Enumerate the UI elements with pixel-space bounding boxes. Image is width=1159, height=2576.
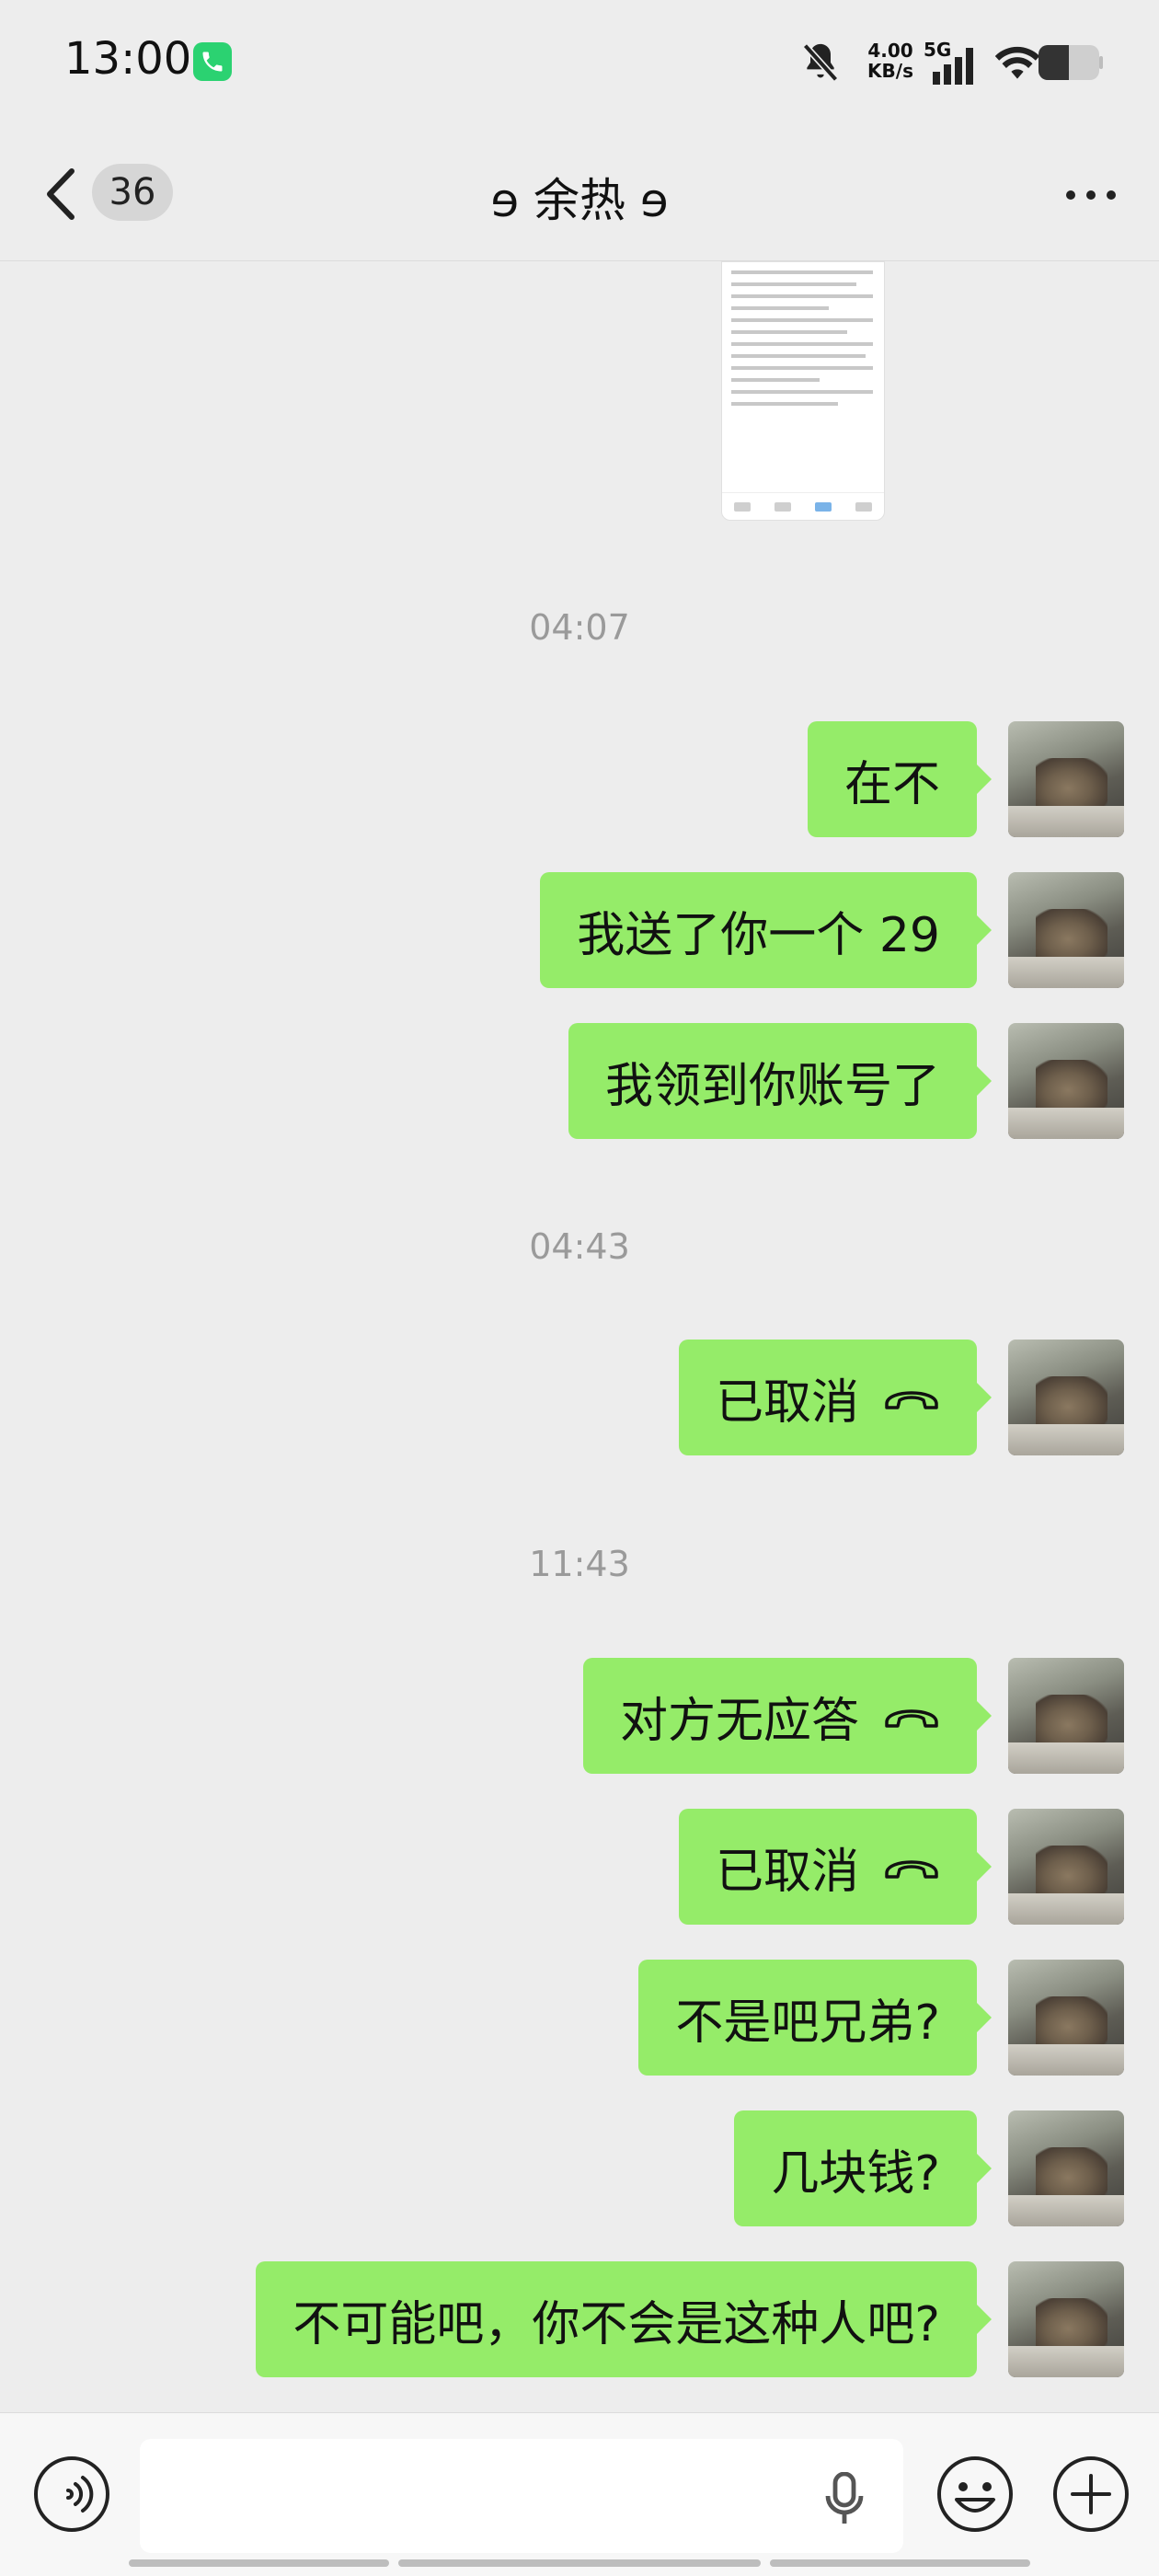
message-row: 在不: [0, 721, 1159, 837]
net-speed: 4.00 KB/s: [863, 40, 918, 81]
message-text: 不是吧兄弟?: [675, 1995, 940, 2051]
back-arrow-icon[interactable]: [40, 166, 81, 226]
hangup-icon: [883, 1688, 940, 1743]
input-bar: [0, 2412, 1159, 2576]
emoji-icon[interactable]: [935, 2454, 1016, 2538]
ongoing-call-icon[interactable]: [193, 42, 232, 81]
message-text: 在不: [843, 756, 940, 812]
avatar[interactable]: [1008, 872, 1124, 988]
gesture-navigation-bar[interactable]: [129, 2559, 1030, 2567]
message-text: 已取消: [715, 1844, 859, 1900]
time-separator: 04:43: [529, 1226, 630, 1267]
message-row: 不是吧兄弟?: [0, 1960, 1159, 2076]
message-row: 我送了你一个 29: [0, 872, 1159, 988]
message-text: 我送了你一个 29: [577, 907, 940, 963]
more-options-icon[interactable]: [1063, 188, 1119, 206]
wifi-icon: [992, 42, 1043, 86]
time-separator: 11:43: [529, 1544, 630, 1584]
message-input[interactable]: [140, 2439, 903, 2553]
message-row: 几块钱?: [0, 2110, 1159, 2226]
unread-count-badge[interactable]: 36: [92, 164, 173, 221]
battery-icon: [1038, 44, 1104, 85]
time-separator: 04:07: [529, 607, 630, 648]
message-bubble[interactable]: 在不: [807, 721, 993, 837]
message-list[interactable]: 04:07 在不 我送了你一个 29 我领到你账号了 04:43 已取消 11:…: [0, 261, 1159, 2412]
hangup-icon: [883, 1370, 940, 1425]
call-message-bubble[interactable]: 已取消: [678, 1809, 993, 1925]
chat-title: ɘ 余热 ɘ: [490, 174, 669, 227]
message-row: 我领到你账号了: [0, 1023, 1159, 1139]
message-row: 已取消: [0, 1340, 1159, 1455]
avatar[interactable]: [1008, 1658, 1124, 1774]
message-bubble[interactable]: 我领到你账号了: [568, 1023, 993, 1139]
message-bubble[interactable]: 几块钱?: [734, 2110, 992, 2226]
status-time: 13:00: [64, 33, 192, 85]
avatar[interactable]: [1008, 2261, 1124, 2377]
avatar[interactable]: [1008, 1340, 1124, 1455]
avatar[interactable]: [1008, 1023, 1124, 1139]
message-row: 不可能吧，你不会是这种人吧?: [0, 2261, 1159, 2377]
message-text: 已取消: [715, 1374, 859, 1431]
message-text: 我领到你账号了: [604, 1058, 940, 1114]
message-bubble[interactable]: 不是吧兄弟?: [638, 1960, 992, 2076]
net-speed-value: 4.00: [867, 40, 913, 62]
plus-icon[interactable]: [1050, 2454, 1131, 2538]
status-bar: 13:00 4.00 KB/s 5G: [0, 0, 1159, 127]
net-speed-unit: KB/s: [867, 60, 913, 82]
avatar[interactable]: [1008, 1809, 1124, 1925]
signal-icon: 5G: [924, 39, 981, 90]
avatar[interactable]: [1008, 1960, 1124, 2076]
microphone-icon[interactable]: [824, 2471, 865, 2529]
network-type: 5G: [924, 39, 952, 61]
message-bubble[interactable]: 不可能吧，你不会是这种人吧?: [256, 2261, 992, 2377]
mute-bell-icon: [800, 40, 841, 88]
chat-header: 36 ɘ 余热 ɘ: [0, 127, 1159, 261]
image-message[interactable]: [721, 261, 885, 521]
message-row: 已取消: [0, 1809, 1159, 1925]
hangup-icon: [883, 1839, 940, 1894]
message-text: 几块钱?: [771, 2145, 940, 2202]
message-bubble[interactable]: 我送了你一个 29: [540, 872, 992, 988]
avatar[interactable]: [1008, 2110, 1124, 2226]
voice-mode-icon[interactable]: [31, 2454, 112, 2538]
avatar[interactable]: [1008, 721, 1124, 837]
call-message-bubble[interactable]: 对方无应答: [582, 1658, 993, 1774]
message-text: 不可能吧，你不会是这种人吧?: [293, 2296, 940, 2352]
call-message-bubble[interactable]: 已取消: [678, 1340, 993, 1455]
message-text: 对方无应答: [619, 1693, 859, 1749]
message-row: 对方无应答: [0, 1658, 1159, 1774]
